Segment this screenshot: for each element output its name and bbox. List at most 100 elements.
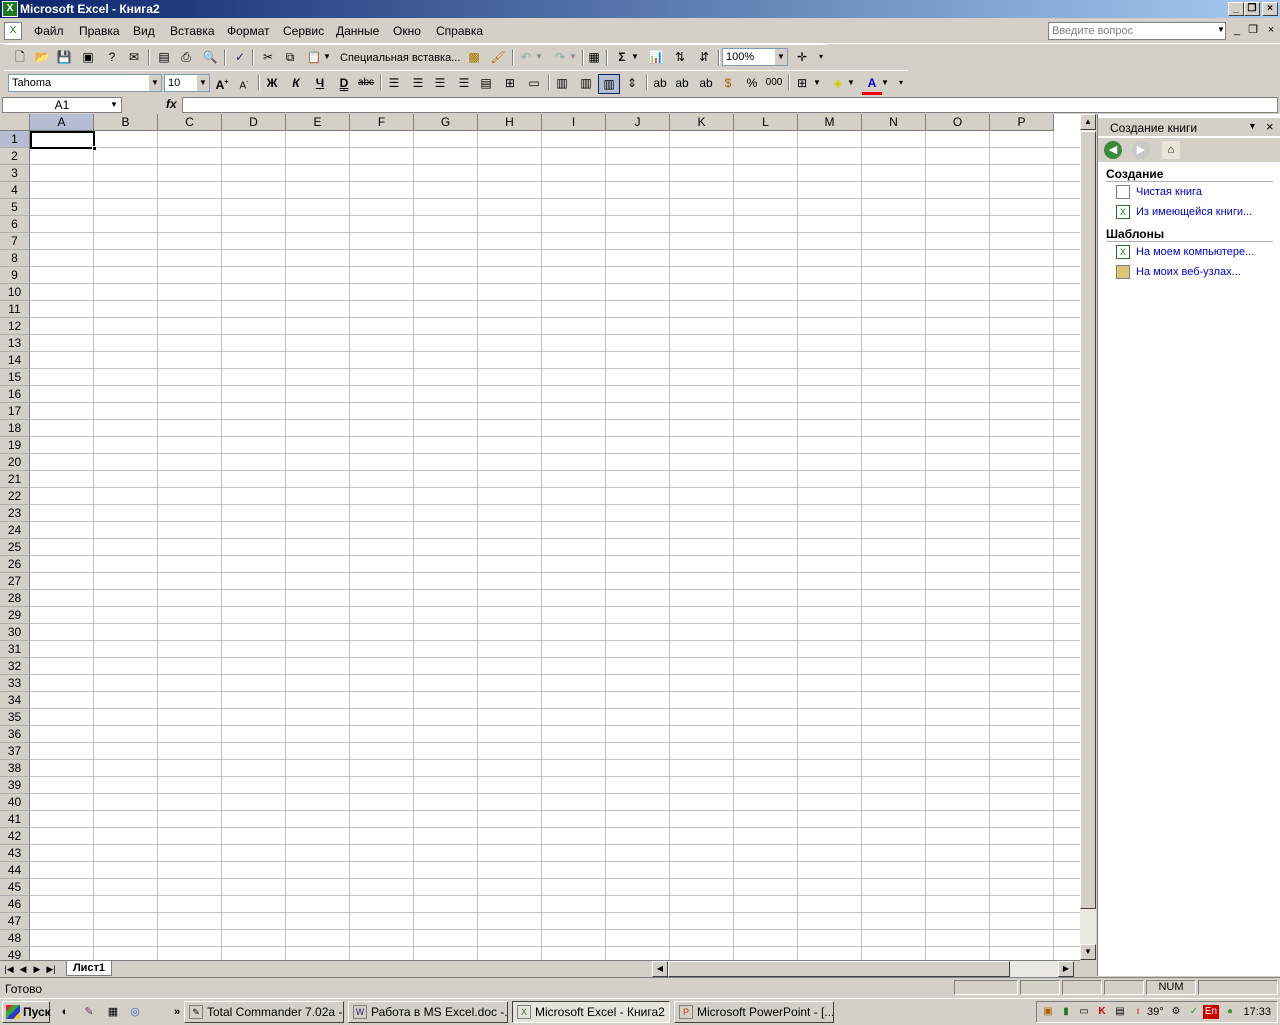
- row-header[interactable]: 4: [0, 182, 30, 199]
- strikethrough-button[interactable]: abc: [356, 74, 376, 92]
- tray-folder-icon[interactable]: ▣: [1041, 1005, 1055, 1019]
- align-left-icon[interactable]: ☰: [384, 74, 404, 92]
- print-preview-icon[interactable]: ▤: [154, 48, 174, 66]
- row-header[interactable]: 11: [0, 301, 30, 318]
- quicklaunch-game-icon[interactable]: ▦: [104, 1003, 122, 1021]
- close-button[interactable]: ×: [1262, 2, 1278, 16]
- menu-edit[interactable]: Правка: [79, 24, 120, 38]
- existing-workbook-link[interactable]: Из имеющейся книги...: [1136, 206, 1252, 218]
- column-header[interactable]: O: [926, 114, 990, 131]
- doc-close-button[interactable]: ×: [1264, 23, 1278, 37]
- merge-cells-icon[interactable]: ▭: [524, 74, 544, 92]
- restore-button[interactable]: ❐: [1244, 2, 1260, 16]
- row-header[interactable]: 21: [0, 471, 30, 488]
- font-size-select[interactable]: 10 ▼: [164, 74, 210, 92]
- row-header[interactable]: 33: [0, 675, 30, 692]
- row-header[interactable]: 45: [0, 879, 30, 896]
- menu-insert[interactable]: Вставка: [170, 24, 215, 38]
- row-header[interactable]: 24: [0, 522, 30, 539]
- menu-data[interactable]: Данные: [336, 24, 379, 38]
- insert-function-button[interactable]: fx: [166, 97, 177, 111]
- row-header[interactable]: 43: [0, 845, 30, 862]
- computer-templates-link[interactable]: На моем компьютере...: [1136, 246, 1254, 258]
- row-header[interactable]: 23: [0, 505, 30, 522]
- copy-icon[interactable]: ⧉: [280, 48, 300, 66]
- column-header[interactable]: K: [670, 114, 734, 131]
- column-header[interactable]: C: [158, 114, 222, 131]
- scroll-right-icon[interactable]: ▶: [1058, 961, 1074, 977]
- blank-workbook-link[interactable]: Чистая книга: [1136, 186, 1202, 198]
- row-header[interactable]: 16: [0, 386, 30, 403]
- column-header[interactable]: P: [990, 114, 1054, 131]
- task-pane-close-icon[interactable]: ×: [1266, 119, 1274, 134]
- toolbar-options-icon[interactable]: ▾: [896, 74, 906, 92]
- row-header[interactable]: 20: [0, 454, 30, 471]
- row-header[interactable]: 37: [0, 743, 30, 760]
- align-top-icon[interactable]: ▥: [552, 74, 572, 92]
- undo-dropdown-icon[interactable]: ▼: [534, 48, 544, 66]
- merge-center-icon[interactable]: ⊞: [500, 74, 520, 92]
- paste-values-icon[interactable]: ▩: [464, 48, 484, 66]
- vertical-distribute-icon[interactable]: ⇕: [622, 74, 642, 92]
- row-header[interactable]: 12: [0, 318, 30, 335]
- menu-view[interactable]: Вид: [133, 24, 155, 38]
- last-sheet-icon[interactable]: ▶|: [44, 962, 58, 976]
- column-header[interactable]: F: [350, 114, 414, 131]
- spelling-icon[interactable]: ✓: [230, 48, 250, 66]
- column-header[interactable]: N: [862, 114, 926, 131]
- bold-button[interactable]: Ж: [262, 74, 282, 92]
- distributed-icon[interactable]: ▤: [476, 74, 496, 92]
- first-sheet-icon[interactable]: |◀: [2, 962, 16, 976]
- font-color-icon[interactable]: A: [862, 74, 882, 95]
- italic-button[interactable]: К: [286, 74, 306, 92]
- print-icon[interactable]: ⎙: [176, 48, 196, 66]
- insert-table-icon[interactable]: ▦: [584, 48, 604, 66]
- currency-icon[interactable]: $: [718, 74, 738, 92]
- save-icon[interactable]: 💾: [54, 48, 74, 66]
- menu-window[interactable]: Окно: [393, 24, 421, 38]
- prev-sheet-icon[interactable]: ◀: [16, 962, 30, 976]
- align-middle-icon[interactable]: ▥: [576, 74, 596, 92]
- column-header[interactable]: A: [30, 114, 94, 131]
- minimize-button[interactable]: _: [1228, 2, 1244, 16]
- ask-question-input[interactable]: Введите вопрос: [1048, 22, 1226, 40]
- preview-icon[interactable]: 🔍: [200, 48, 220, 66]
- percent-button[interactable]: %: [742, 74, 762, 92]
- tray-settings-icon[interactable]: ⚙: [1169, 1005, 1183, 1019]
- menu-file[interactable]: Файл: [34, 24, 64, 38]
- quicklaunch-browser-icon[interactable]: ◎: [126, 1003, 144, 1021]
- row-header[interactable]: 19: [0, 437, 30, 454]
- fill-color-dropdown-icon[interactable]: ▼: [846, 74, 856, 92]
- taskbar-total-commander[interactable]: ✎ Total Commander 7.02a -...: [184, 1001, 344, 1023]
- row-header[interactable]: 6: [0, 216, 30, 233]
- column-header[interactable]: B: [94, 114, 158, 131]
- row-header[interactable]: 35: [0, 709, 30, 726]
- row-header[interactable]: 22: [0, 488, 30, 505]
- row-header[interactable]: 31: [0, 641, 30, 658]
- doc-restore-button[interactable]: ❐: [1246, 23, 1260, 37]
- next-sheet-icon[interactable]: ▶: [30, 962, 44, 976]
- taskbar-powerpoint[interactable]: P Microsoft PowerPoint - [...: [674, 1001, 834, 1023]
- row-header[interactable]: 15: [0, 369, 30, 386]
- row-header[interactable]: 1: [0, 131, 30, 148]
- thousands-button[interactable]: 000: [764, 74, 784, 92]
- scroll-left-icon[interactable]: ◀: [652, 961, 668, 977]
- column-header[interactable]: L: [734, 114, 798, 131]
- horizontal-scroll-thumb[interactable]: [668, 961, 1010, 977]
- tray-device-icon[interactable]: ▭: [1077, 1005, 1091, 1019]
- row-header[interactable]: 25: [0, 539, 30, 556]
- row-header[interactable]: 44: [0, 862, 30, 879]
- row-header[interactable]: 27: [0, 573, 30, 590]
- row-header[interactable]: 46: [0, 896, 30, 913]
- tray-network-icon[interactable]: ▤: [1113, 1005, 1127, 1019]
- sort-descending-icon[interactable]: ⇵: [694, 48, 714, 66]
- quicklaunch-tool-icon[interactable]: ✎: [80, 1003, 98, 1021]
- vertical-scroll-thumb[interactable]: [1080, 131, 1096, 909]
- row-header[interactable]: 10: [0, 284, 30, 301]
- grow-font-icon[interactable]: A+: [212, 74, 232, 92]
- cut-icon[interactable]: ✂: [258, 48, 278, 66]
- crosshair-icon[interactable]: ✛: [792, 48, 812, 66]
- tray-status-icon[interactable]: ●: [1223, 1005, 1237, 1019]
- row-header[interactable]: 26: [0, 556, 30, 573]
- ask-dropdown-icon[interactable]: ▼: [1214, 23, 1228, 37]
